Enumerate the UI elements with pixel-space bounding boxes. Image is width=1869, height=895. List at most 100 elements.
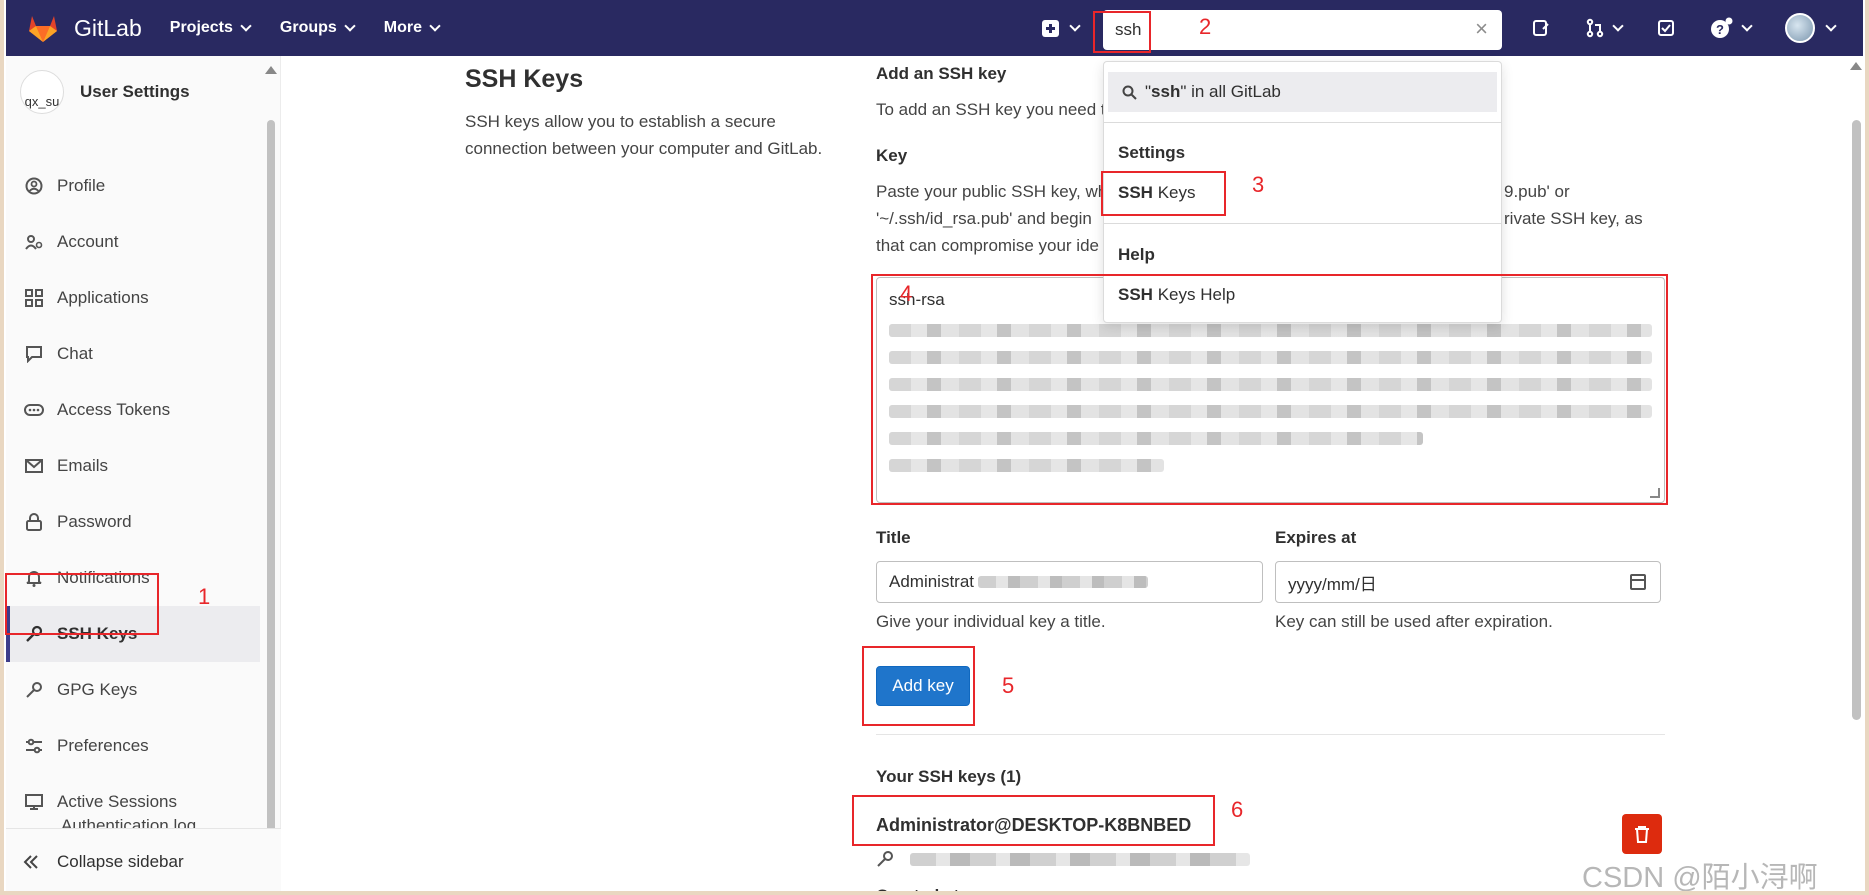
help-heading: Help bbox=[1118, 245, 1155, 264]
merge-requests-button[interactable] bbox=[1585, 18, 1624, 38]
annotation-number-4: 4 bbox=[900, 281, 913, 306]
calendar-icon[interactable] bbox=[1630, 574, 1646, 590]
sidebar-item-password[interactable]: Password bbox=[6, 494, 260, 550]
sidebar-item-partial[interactable]: Authentication log bbox=[61, 816, 196, 828]
scroll-up-arrow-icon[interactable] bbox=[265, 66, 277, 74]
key-help-line-3: that can compromise your ide bbox=[876, 236, 1099, 255]
plus-icon bbox=[1042, 19, 1059, 37]
annotation-box-5 bbox=[862, 646, 975, 726]
sidebar-item-applications[interactable]: Applications bbox=[6, 270, 260, 326]
expires-date-input[interactable]: yyyy/mm/日 bbox=[1275, 561, 1661, 603]
page-description: SSH keys allow you to establish a secure… bbox=[465, 112, 823, 158]
brand-name: GitLab bbox=[74, 14, 142, 41]
key-help-line-2-end: rivate SSH key, as bbox=[1504, 209, 1643, 228]
sidebar-title: User Settings bbox=[80, 82, 190, 101]
search-icon bbox=[1122, 85, 1137, 100]
nav-menu: Projects Groups More bbox=[170, 19, 469, 37]
merge-request-icon bbox=[1586, 18, 1604, 38]
key-help-line-2: '~/.ssh/id_rsa.pub' and begin bbox=[876, 209, 1092, 228]
annotation-box-4 bbox=[871, 274, 1668, 505]
your-ssh-keys-heading: Your SSH keys (1) bbox=[876, 767, 1022, 786]
new-item-button[interactable] bbox=[1042, 19, 1081, 37]
annotation-box-3 bbox=[1101, 171, 1226, 216]
nav-more-label: More bbox=[383, 19, 423, 36]
sidebar-item-preferences[interactable]: Preferences bbox=[6, 718, 260, 774]
key-meta-partial: Created at bbox=[876, 886, 959, 895]
issues-button[interactable] bbox=[1531, 18, 1551, 38]
title-input[interactable]: Administrat bbox=[876, 561, 1263, 603]
todos-button[interactable] bbox=[1656, 18, 1676, 38]
annotation-box-1 bbox=[5, 573, 159, 635]
sidebar-item-gpg-keys[interactable]: GPG Keys bbox=[6, 662, 260, 718]
delete-key-button[interactable] bbox=[1622, 814, 1662, 854]
sidebar-scrollbar[interactable] bbox=[267, 120, 275, 842]
sidebar-item-profile[interactable]: Profile bbox=[6, 158, 260, 214]
key-icon bbox=[877, 851, 893, 867]
expires-placeholder: yyyy/mm/日 bbox=[1288, 574, 1377, 594]
avatar bbox=[1785, 13, 1815, 43]
annotation-box-6 bbox=[852, 795, 1215, 846]
sidebar-header[interactable]: qx_su User Settings bbox=[20, 70, 190, 114]
nav-groups[interactable]: Groups bbox=[279, 19, 356, 37]
scroll-up-arrow-icon[interactable] bbox=[1850, 62, 1862, 70]
sidebar-item-label: GPG Keys bbox=[57, 680, 138, 699]
add-ssh-key-heading: Add an SSH key bbox=[876, 64, 1007, 83]
collapse-sidebar-button[interactable]: Collapse sidebar bbox=[6, 828, 281, 895]
trash-icon bbox=[1635, 826, 1649, 843]
annotation-number-2: 2 bbox=[1199, 14, 1212, 39]
sidebar-item-label: Applications bbox=[57, 288, 149, 307]
search-all-gitlab-option[interactable]: " ssh " in all GitLab bbox=[1108, 72, 1497, 112]
scope-term: ssh bbox=[1151, 82, 1181, 101]
nav-projects-label: Projects bbox=[169, 19, 233, 36]
applications-icon bbox=[23, 287, 45, 309]
sidebar-item-label: Active Sessions bbox=[57, 792, 177, 811]
monitor-icon bbox=[23, 791, 45, 813]
chevron-down-icon bbox=[240, 20, 252, 32]
chevron-down-icon bbox=[344, 20, 356, 32]
nav-more[interactable]: More bbox=[383, 19, 441, 37]
brand[interactable]: GitLab bbox=[26, 13, 142, 43]
chevron-down-icon bbox=[1741, 20, 1753, 32]
sidebar-item-chat[interactable]: Chat bbox=[6, 326, 260, 382]
chevron-down-icon bbox=[429, 20, 441, 32]
top-navbar: GitLab Projects Groups More ssh × ? bbox=[6, 0, 1863, 56]
sidebar-item-access-tokens[interactable]: Access Tokens bbox=[6, 382, 260, 438]
sidebar: qx_su User Settings Profile Account Appl… bbox=[6, 56, 281, 895]
blurred-fingerprint bbox=[910, 852, 1250, 866]
key-fingerprint-row bbox=[876, 850, 1250, 868]
profile-icon bbox=[23, 175, 45, 197]
search-input[interactable]: ssh × bbox=[1103, 10, 1502, 50]
lock-icon bbox=[23, 511, 45, 533]
main-scrollbar[interactable] bbox=[1852, 120, 1861, 720]
sidebar-item-emails[interactable]: Emails bbox=[6, 438, 260, 494]
expires-label: Expires at bbox=[1275, 528, 1357, 547]
sidebar-item-account[interactable]: Account bbox=[6, 214, 260, 270]
svg-text:?: ? bbox=[1716, 22, 1724, 37]
chat-icon bbox=[23, 343, 45, 365]
mail-icon bbox=[23, 455, 45, 477]
annotation-number-3: 3 bbox=[1252, 172, 1265, 197]
issues-icon bbox=[1533, 20, 1549, 36]
token-icon bbox=[23, 399, 45, 421]
title-help: Give your individual key a title. bbox=[876, 612, 1106, 631]
nav-right bbox=[1042, 0, 1081, 56]
add-ssh-key-intro: To add an SSH key you need t bbox=[876, 100, 1106, 119]
chevron-down-icon bbox=[1069, 20, 1081, 32]
clear-search-icon[interactable]: × bbox=[1475, 18, 1488, 40]
page-title: SSH Keys bbox=[465, 65, 584, 93]
nav-projects[interactable]: Projects bbox=[169, 19, 252, 37]
chevron-down-icon bbox=[1612, 20, 1624, 32]
key-label: Key bbox=[876, 146, 908, 165]
sidebar-item-label: Preferences bbox=[57, 736, 149, 755]
user-menu-button[interactable] bbox=[1785, 13, 1837, 43]
avatar-text: qx_su bbox=[24, 94, 60, 109]
account-icon bbox=[23, 231, 45, 253]
annotation-box-2 bbox=[1093, 11, 1151, 53]
sidebar-item-label: Chat bbox=[57, 344, 93, 363]
nav-icons: ? bbox=[1531, 0, 1869, 56]
collapse-sidebar-label: Collapse sidebar bbox=[57, 852, 184, 871]
help-button[interactable]: ? bbox=[1710, 17, 1753, 39]
sidebar-item-label: Emails bbox=[57, 456, 109, 475]
nav-groups-label: Groups bbox=[279, 19, 337, 36]
key-help-line-1: Paste your public SSH key, wh bbox=[876, 182, 1108, 201]
